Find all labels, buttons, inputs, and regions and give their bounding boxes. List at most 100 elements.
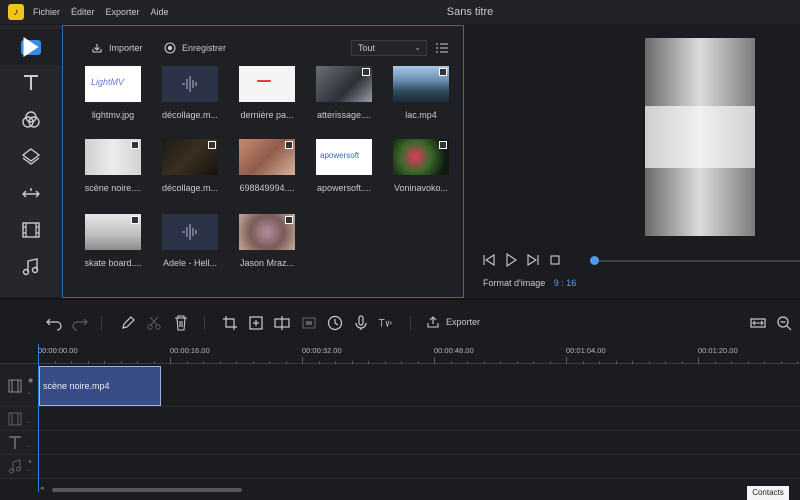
stop-icon[interactable] — [548, 253, 562, 267]
thumbnail — [85, 139, 141, 175]
contacts-button[interactable]: Contacts — [747, 486, 789, 500]
media-item[interactable]: dernière pa... — [239, 66, 295, 120]
ruler-tick — [236, 361, 237, 364]
previous-frame-icon[interactable] — [482, 253, 496, 267]
item-label: décollage.m... — [161, 183, 219, 193]
ruler-tick — [747, 361, 749, 364]
track-head-overlay: ▫ — [0, 407, 38, 431]
ruler-tick — [203, 361, 204, 364]
overlay-track[interactable] — [38, 407, 800, 431]
timeline-ruler[interactable]: 00:00:00.00 00:00:16.00 00:00:32.00 00:0… — [0, 340, 800, 364]
lock-icon[interactable]: ▫ — [28, 468, 34, 474]
lock-icon[interactable]: ▫ — [28, 391, 34, 397]
ruler-label: 00:00:32.00 — [302, 346, 342, 355]
edit-pencil-icon[interactable] — [120, 315, 136, 331]
delete-icon[interactable] — [173, 315, 189, 331]
next-frame-icon[interactable] — [526, 253, 540, 267]
nav-music[interactable] — [0, 249, 62, 285]
export-button[interactable]: Exporter — [426, 315, 480, 329]
lock-icon[interactable]: ▫ — [28, 444, 34, 450]
thumbnail — [393, 66, 449, 102]
nav-transitions[interactable] — [0, 176, 62, 212]
mosaic-icon[interactable] — [301, 315, 317, 331]
import-button[interactable]: Importer — [91, 42, 143, 54]
media-item[interactable]: lac.mp4 — [393, 66, 449, 120]
text-track[interactable] — [38, 431, 800, 455]
media-library: Importer Enregistrer Tout ⌄ LightMV ligh… — [62, 25, 464, 298]
filter-dropdown[interactable]: Tout ⌄ — [351, 40, 427, 56]
thumbnail: LightMV — [85, 66, 141, 102]
nav-media[interactable] — [0, 29, 62, 65]
list-view-icon[interactable] — [435, 42, 449, 54]
lock-icon[interactable]: ▫ — [28, 420, 34, 426]
nav-filters[interactable] — [0, 102, 62, 138]
scroll-left-icon[interactable]: ◂ — [40, 484, 44, 492]
aspect-ratio[interactable]: Format d'image 9 : 16 — [483, 278, 576, 288]
media-item[interactable]: atterissage.... — [316, 66, 372, 120]
film-icon — [22, 222, 40, 238]
zoom-out-icon[interactable] — [776, 315, 792, 331]
fit-timeline-icon[interactable] — [750, 315, 766, 331]
ruler-tick — [335, 361, 336, 364]
nav-elements[interactable] — [0, 212, 62, 248]
visibility-icon[interactable]: ◉ — [28, 377, 34, 384]
media-item[interactable]: scène noire.... — [85, 139, 141, 193]
record-button[interactable]: Enregistrer — [164, 42, 226, 54]
nav-text[interactable] — [0, 65, 62, 101]
media-item[interactable]: skate board.... — [84, 214, 142, 268]
media-item[interactable]: décollage.m... — [162, 139, 218, 193]
track-head-text: ▫ — [0, 431, 38, 455]
scrollbar-thumb[interactable] — [52, 488, 242, 492]
microphone-icon[interactable] — [353, 315, 369, 331]
ruler-tick — [137, 361, 138, 364]
cut-icon[interactable] — [146, 315, 162, 331]
music-track[interactable] — [38, 455, 800, 479]
title-bar: ♪ Fichier Éditer Exporter Aide Sans titr… — [0, 0, 800, 24]
playhead[interactable] — [38, 344, 39, 492]
ruler-tick — [764, 361, 765, 364]
speed-icon[interactable] — [327, 315, 343, 331]
ruler-tick — [450, 361, 452, 364]
ruler-label: 00:01:04.00 — [566, 346, 606, 355]
item-label: dernière pa... — [240, 110, 294, 120]
ruler-tick — [467, 361, 468, 364]
left-nav — [0, 25, 62, 297]
text-to-speech-icon[interactable] — [378, 315, 394, 331]
media-item[interactable]: LightMV lightmv.jpg — [85, 66, 141, 120]
ruler-tick — [533, 361, 534, 364]
media-item[interactable]: Voninavoko... — [393, 139, 449, 193]
ruler-tick — [351, 361, 353, 364]
item-label: Jason Mraz... — [239, 258, 295, 268]
aspect-ratio-value[interactable]: 9 : 16 — [554, 278, 577, 288]
media-item[interactable]: décollage.m... — [162, 66, 218, 120]
ruler-tick — [153, 361, 155, 364]
ruler-tick — [417, 361, 419, 364]
timeline-clip[interactable]: scène noire.mp4 — [39, 366, 161, 406]
ruler-label: 00:00:16.00 — [170, 346, 210, 355]
ruler-label: 00:00:00.00 — [38, 346, 78, 355]
zoom-crop-icon[interactable] — [248, 315, 264, 331]
playback-progress-bar[interactable] — [594, 260, 800, 262]
play-button-icon[interactable] — [504, 253, 518, 267]
overlay-film-icon — [8, 412, 22, 426]
media-item[interactable]: apowersoft apowersoft.... — [316, 139, 372, 193]
playback-progress-knob[interactable] — [590, 256, 599, 265]
crop-icon[interactable] — [222, 315, 238, 331]
item-label: lightmv.jpg — [91, 110, 135, 120]
chevron-down-icon: ⌄ — [414, 43, 421, 52]
panel-divider[interactable] — [0, 298, 800, 300]
media-item[interactable]: Jason Mraz... — [239, 214, 295, 268]
media-item[interactable]: Adele - Hell... — [162, 214, 218, 268]
music-icon — [9, 459, 21, 474]
media-item[interactable]: 698849994.... — [239, 139, 295, 193]
video-badge-icon — [131, 216, 139, 224]
mute-icon[interactable]: ◂ — [28, 458, 34, 465]
nav-overlays[interactable] — [0, 139, 62, 175]
split-icon[interactable] — [274, 315, 290, 331]
ruler-tick — [269, 361, 270, 364]
undo-icon[interactable] — [46, 315, 62, 331]
ruler-tick — [318, 361, 320, 364]
timeline-scrollbar[interactable]: ◂ — [40, 484, 744, 494]
redo-icon[interactable] — [72, 315, 88, 331]
ruler-tick — [648, 361, 650, 364]
